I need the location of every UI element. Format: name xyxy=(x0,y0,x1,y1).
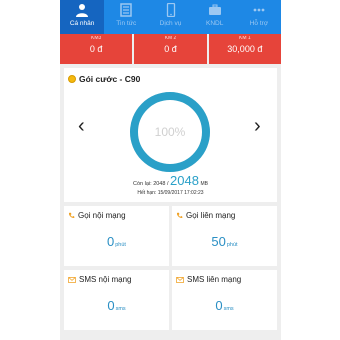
account-km2[interactable]: KM 2 0 đ xyxy=(134,34,207,64)
card-title-row: SMS liên mạng xyxy=(176,275,241,284)
more-icon xyxy=(253,8,265,12)
mail-icon xyxy=(176,276,184,283)
card-value-row: 50phút xyxy=(172,234,277,249)
card-title: Gọi liên mạng xyxy=(186,211,236,220)
card-value: 0 xyxy=(107,234,115,249)
account-label: KM 1 xyxy=(238,36,251,40)
card-unit: sms xyxy=(223,306,234,312)
card-title-row: Gọi liên mạng xyxy=(176,211,235,220)
remaining-label: Còn lại: 2048 / xyxy=(133,181,169,187)
tab-label: Cá nhân xyxy=(69,20,95,27)
usage-percent: 100% xyxy=(154,125,186,139)
card-value-row: 0phút xyxy=(64,234,169,249)
card-call-external[interactable]: Gọi liên mạng 50phút xyxy=(172,206,277,266)
package-title: Gói cước - C90 xyxy=(79,74,141,84)
account-label: KM3 xyxy=(91,36,102,40)
top-tab-bar: Cá nhân Tin tức Dịch vụ KNDL Hỗ trợ xyxy=(60,0,281,34)
account-value: 0 đ xyxy=(89,44,103,54)
tab-tin-tuc[interactable]: Tin tức xyxy=(104,0,148,34)
account-km1[interactable]: KM 1 30,000 đ xyxy=(208,34,281,64)
card-value-row: 0sms xyxy=(172,298,277,313)
card-value: 0 xyxy=(107,298,115,313)
expiry-text: Hết hạn: 15/09/2017 17:02:23 xyxy=(137,190,204,196)
remaining-unit: MB xyxy=(200,181,208,187)
account-km3[interactable]: KM3 0 đ xyxy=(60,34,133,64)
card-sms-external[interactable]: SMS liên mạng 0sms xyxy=(172,270,277,330)
card-unit: phút xyxy=(115,242,126,248)
card-unit: sms xyxy=(115,306,126,312)
card-value-row: 0sms xyxy=(64,298,169,313)
card-value: 50 xyxy=(211,234,226,249)
tab-ca-nhan[interactable]: Cá nhân xyxy=(60,0,105,34)
mail-icon xyxy=(68,276,76,283)
card-sms-internal[interactable]: SMS nội mạng 0sms xyxy=(64,270,169,330)
account-balance-bar: KM3 0 đ KM 2 0 đ KM 1 30,000 đ xyxy=(60,34,281,64)
next-arrow-button[interactable]: › xyxy=(254,116,261,136)
package-card: Gói cước - C90 ‹ › 100% Còn lại: 2048 / … xyxy=(64,68,277,202)
news-icon xyxy=(120,3,133,17)
account-value: 30,000 đ xyxy=(227,44,263,54)
tab-dich-vu[interactable]: Dịch vụ xyxy=(148,0,192,34)
tab-label: KNDL xyxy=(206,20,224,27)
phone-device-icon xyxy=(166,3,175,17)
package-title-row: Gói cước - C90 xyxy=(68,74,140,84)
app-screen: Cá nhân Tin tức Dịch vụ KNDL Hỗ trợ KM3 … xyxy=(60,0,281,340)
phone-icon xyxy=(176,212,183,219)
card-title: Gọi nội mạng xyxy=(78,211,126,220)
card-value: 0 xyxy=(215,298,223,313)
phone-icon xyxy=(68,212,75,219)
tab-label: Hỗ trợ xyxy=(249,20,269,27)
account-label: KM 2 xyxy=(164,36,177,40)
person-icon xyxy=(76,4,89,17)
card-call-internal[interactable]: Gọi nội mạng 0phút xyxy=(64,206,169,266)
tab-label: Dịch vụ xyxy=(159,20,182,27)
card-unit: phút xyxy=(226,242,238,248)
account-value: 0 đ xyxy=(164,44,177,54)
remaining-value: 2048 xyxy=(170,173,199,188)
coin-icon xyxy=(68,75,76,83)
prev-arrow-button[interactable]: ‹ xyxy=(78,116,85,136)
remaining-data: Còn lại: 2048 / 2048 MB xyxy=(64,173,277,189)
card-title-row: Gọi nội mạng xyxy=(68,211,126,220)
tab-ho-tro[interactable]: Hỗ trợ xyxy=(237,0,281,34)
card-title: SMS nội mạng xyxy=(79,275,132,284)
tab-kndl[interactable]: KNDL xyxy=(193,0,237,34)
card-title: SMS liên mạng xyxy=(187,275,242,284)
tab-label: Tin tức xyxy=(116,20,137,27)
card-title-row: SMS nội mạng xyxy=(68,275,131,284)
briefcase-icon xyxy=(208,4,221,15)
